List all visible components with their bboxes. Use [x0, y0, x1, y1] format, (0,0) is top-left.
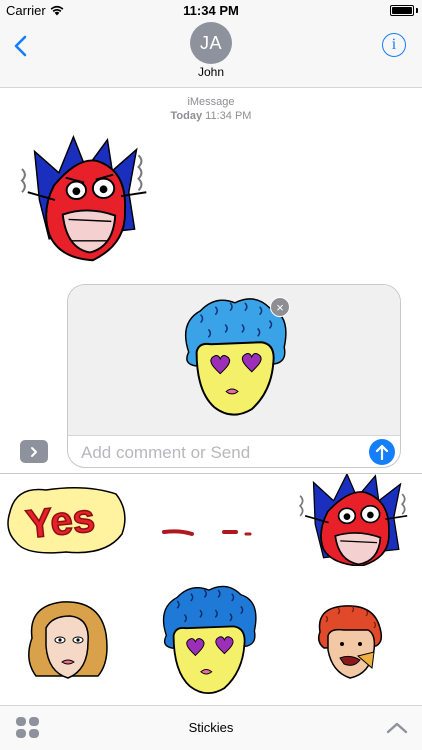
- svg-text:Yes: Yes: [24, 496, 97, 547]
- info-button[interactable]: i: [382, 33, 406, 57]
- sticker-screaming-face[interactable]: [298, 474, 416, 566]
- chevron-left-icon: [14, 35, 27, 57]
- info-icon: i: [391, 36, 397, 53]
- message-input-placeholder: Add comment or Send: [81, 443, 251, 462]
- thread-timestamp: iMessage Today 11:34 PM: [0, 95, 422, 123]
- close-icon: ×: [276, 299, 284, 315]
- avatar[interactable]: JA: [190, 22, 232, 64]
- expand-apps-button[interactable]: [20, 440, 48, 463]
- arrow-up-icon: [375, 444, 389, 460]
- conversation-header: JA John i: [0, 22, 422, 88]
- back-button[interactable]: [10, 34, 34, 58]
- sticker-preview: ×: [68, 285, 400, 435]
- service-label: iMessage: [187, 96, 235, 108]
- app-title: Stickies: [188, 720, 234, 735]
- sticker-blonde-woman[interactable]: [22, 598, 112, 682]
- app-bar: Stickies: [0, 705, 422, 750]
- message-clock: 11:34 PM: [205, 110, 252, 122]
- sticker-yes[interactable]: Yes: [6, 482, 128, 560]
- message-input[interactable]: Add comment or Send: [68, 435, 400, 467]
- sticker-red-hair-eating[interactable]: [314, 602, 386, 680]
- battery-icon: [390, 5, 414, 16]
- status-bar: Carrier 11:34 PM: [0, 0, 422, 22]
- send-button[interactable]: [369, 439, 395, 465]
- chevron-right-icon: [31, 446, 37, 457]
- sticker-drawer: Yes: [0, 473, 422, 705]
- compose-box: × Add comment or Send: [67, 284, 401, 468]
- battery-tip: [416, 8, 418, 13]
- message-time: Today 11:34 PM: [0, 109, 422, 123]
- contact-name[interactable]: John: [0, 65, 422, 79]
- sticker-love-face[interactable]: [150, 578, 268, 702]
- message-day: Today: [170, 110, 203, 122]
- chevron-up-icon: [386, 722, 408, 734]
- status-time: 11:34 PM: [183, 3, 239, 18]
- battery-level: [392, 7, 412, 14]
- remove-sticker-button[interactable]: ×: [270, 297, 290, 317]
- collapse-button[interactable]: [386, 719, 408, 737]
- sent-sticker-screaming-face[interactable]: [20, 132, 156, 268]
- sticker-red-marks[interactable]: [160, 524, 260, 544]
